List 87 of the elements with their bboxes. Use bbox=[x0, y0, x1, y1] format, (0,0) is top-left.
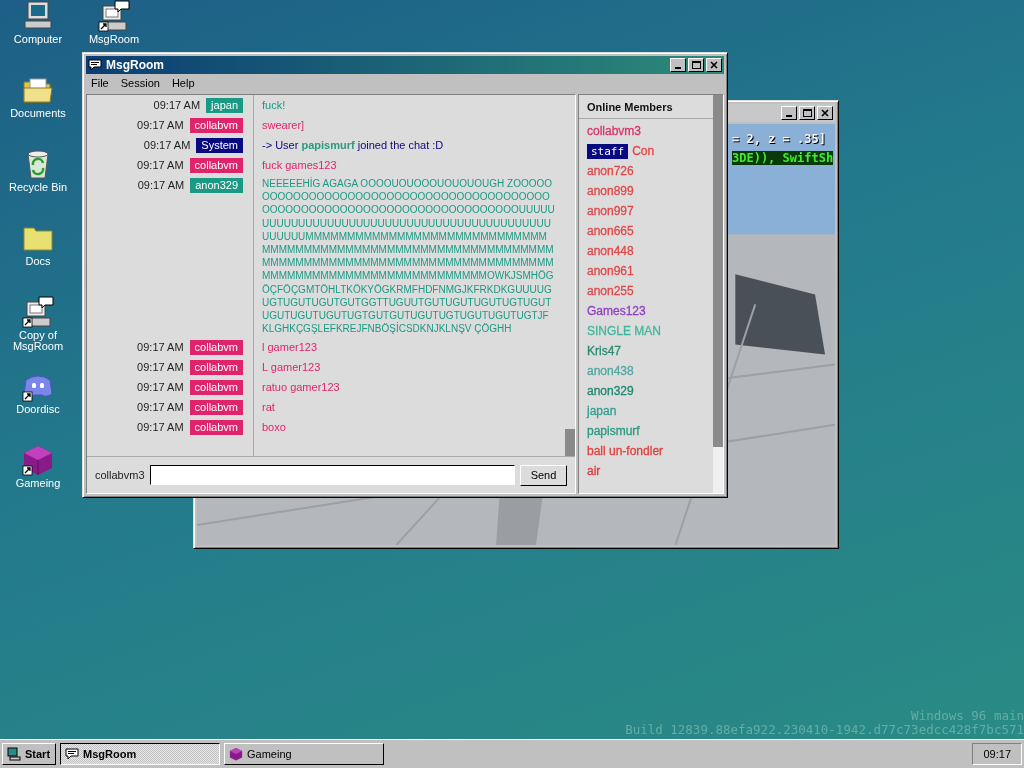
minimize-button[interactable] bbox=[670, 58, 686, 72]
member-name[interactable]: anon329 bbox=[587, 384, 634, 398]
menu-item[interactable]: File bbox=[91, 77, 109, 91]
desktop-icon-label[interactable]: Recycle Bin bbox=[1, 182, 75, 193]
clock: 09:17 bbox=[972, 743, 1022, 765]
desktop-icon-label[interactable]: MsgRoom bbox=[77, 34, 151, 45]
message-text: boxo bbox=[261, 420, 287, 436]
username-tag: collabvm bbox=[189, 158, 243, 173]
desktop-icon-label[interactable]: Computer bbox=[1, 34, 75, 45]
message-text: l gamer123 bbox=[261, 340, 319, 356]
message-input[interactable] bbox=[149, 465, 515, 485]
member-name[interactable]: collabvm3 bbox=[587, 124, 642, 138]
member-name[interactable]: anon255 bbox=[587, 284, 634, 298]
message-text: ratuo gamer123 bbox=[261, 380, 341, 396]
desktop-icon-label[interactable]: Copy of MsgRoom bbox=[1, 330, 75, 352]
member-name[interactable]: anon961 bbox=[587, 264, 634, 278]
start-icon bbox=[7, 747, 21, 761]
message-time: 09:17 AM bbox=[137, 178, 185, 193]
message-time: 09:17 AM bbox=[137, 400, 184, 416]
game-overlay-text: = 2, z = .35] bbox=[732, 132, 826, 146]
members-scrollbar[interactable] bbox=[713, 95, 723, 493]
member-name[interactable]: Games123 bbox=[587, 304, 646, 318]
message-text: fuck! bbox=[261, 98, 287, 113]
member-name[interactable]: ball un-fondler bbox=[587, 444, 664, 458]
member-name[interactable]: anon726 bbox=[587, 164, 634, 178]
member-name[interactable]: papismurf bbox=[587, 424, 640, 438]
message-time: 09:17 AM bbox=[137, 380, 184, 396]
nickname-label: collabvm3 bbox=[95, 469, 145, 481]
message-time: 09:17 AM bbox=[137, 340, 184, 356]
build-info-text: Windows 96 main bbox=[911, 709, 1024, 723]
username-tag: collabvm bbox=[189, 420, 243, 436]
message-text: swearer] bbox=[261, 118, 306, 133]
send-button[interactable]: Send bbox=[520, 464, 567, 486]
message-time: 09:17 AM bbox=[137, 360, 184, 376]
member-name[interactable]: anon899 bbox=[587, 184, 634, 198]
member-name[interactable]: Kris47 bbox=[587, 344, 621, 358]
username-tag: collabvm bbox=[189, 400, 243, 416]
close-icon bbox=[821, 109, 829, 117]
close-button[interactable] bbox=[706, 58, 722, 72]
message-time: 09:17 AM bbox=[137, 420, 184, 436]
message-time: 09:17 AM bbox=[137, 158, 184, 173]
member-name[interactable]: anon448 bbox=[587, 244, 634, 258]
message-time: 09:17 AM bbox=[153, 98, 201, 113]
member-name[interactable]: air bbox=[587, 464, 601, 478]
desktop-icon-label[interactable]: Doordisc bbox=[1, 404, 75, 415]
maximize-icon bbox=[802, 109, 812, 117]
desktop-icon-label[interactable]: Documents bbox=[1, 108, 75, 119]
member-name[interactable]: anon997 bbox=[587, 204, 634, 218]
username-tag: collabvm bbox=[189, 118, 243, 133]
menu-item[interactable]: Session bbox=[120, 77, 160, 91]
close-icon bbox=[710, 61, 718, 69]
maximize-button[interactable] bbox=[688, 58, 704, 72]
member-name[interactable]: anon665 bbox=[587, 224, 634, 238]
chat-icon bbox=[65, 748, 79, 760]
member-name[interactable]: Con bbox=[632, 144, 655, 158]
message-time: 09:17 AM bbox=[137, 118, 184, 133]
chat-icon bbox=[88, 59, 102, 71]
staff-tag: staff bbox=[587, 143, 629, 159]
cube-icon bbox=[229, 747, 243, 761]
member-name[interactable]: SINGLE MAN bbox=[587, 324, 661, 338]
username-tag: collabvm bbox=[189, 380, 243, 396]
username-tag: collabvm bbox=[189, 340, 243, 356]
window-title: MsgRoom bbox=[106, 58, 164, 72]
username-tag: japan bbox=[206, 98, 243, 113]
member-name[interactable]: anon438 bbox=[587, 364, 634, 378]
game-overlay-text: 3DE)), SwiftSh bbox=[732, 151, 834, 165]
desktop-icon-label[interactable]: Docs bbox=[1, 256, 75, 267]
member-name[interactable]: japan bbox=[587, 404, 617, 418]
build-info-text: Build 12839.88efa922.230410-1942.d77c73edcc428f7bc571 bbox=[625, 723, 1024, 737]
message-text: L gamer123 bbox=[261, 360, 322, 376]
message-text: -> User papismurf joined the chat :D bbox=[261, 138, 445, 153]
maximize-button[interactable] bbox=[799, 106, 815, 120]
username-tag: collabvm bbox=[189, 360, 243, 376]
username-tag: System bbox=[196, 138, 243, 153]
minimize-button[interactable] bbox=[781, 106, 797, 120]
desktop-icon-label[interactable]: Gameing bbox=[1, 478, 75, 489]
start-button[interactable]: Start bbox=[2, 743, 56, 765]
menu-item[interactable]: Help bbox=[171, 77, 195, 91]
maximize-icon bbox=[691, 61, 701, 69]
close-button[interactable] bbox=[817, 106, 833, 120]
username-tag: anon329 bbox=[190, 178, 243, 193]
message-text: rat bbox=[261, 400, 276, 416]
message-text: NEEEEEHİG AGAGA OOOOUOUOOOUOUOUOUGH ZOOOOOOOOOOOOOOOOOOOOOOOOOOOOOOOOOOOOOOOOOOOOOOOOOOOOOOOOOOOOOOOOOOOOOOOOOOOUUUUUUUUUUUUUUUUUUUUUUUUUUUUUUUUUUUUUUUUUUUUUUUUUUUMMMMMMMMMMMMMMMMMMMMMMMMMMMMMMMMMMMMMMMMMMMMMMMMMMMMMMMMMMMMMMMMMMMMMMMMMMMMMMMMMMMMMMMMMMMMMMMMMMMMMMMMMMMMMMMMMMMMMMMMMMMMMMOWKJSMHÖGÖÇFÖÇGMTÖHLTKÖKYÖGKRMFHDFNMGJKFRKDKGUUUUGUGTUGUTUGUTGUTGGTTUGUUTGUTUGUTUGUTUGTUGUTUGUTUGUTUGUTUGTGUTGUTUGUTUGTUGUTUGUTUGTJFKLGHKÇGŞLEFKREJFNBÖŞİCSDKNJKLNŞV ÇÖGHH bbox=[261, 176, 556, 337]
message-time: 09:17 AM bbox=[143, 138, 191, 153]
taskbar-button[interactable]: MsgRoom bbox=[60, 743, 220, 765]
taskbar-button[interactable]: Gameing bbox=[224, 743, 384, 765]
message-text: fuck games123 bbox=[261, 158, 338, 173]
